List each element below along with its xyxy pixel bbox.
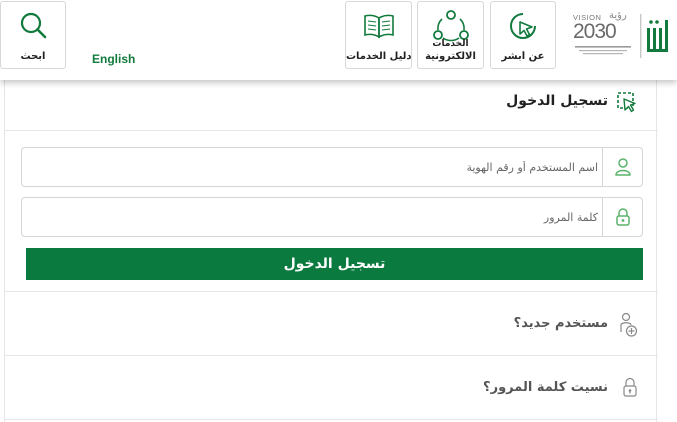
login-submit-button[interactable]: تسجيل الدخول xyxy=(26,248,643,280)
about-absher-button[interactable]: عن أبشر xyxy=(490,1,556,69)
search-button[interactable]: ابحث xyxy=(0,1,66,69)
new-user-link[interactable]: مستخدم جديد؟ xyxy=(5,291,658,355)
eservices-label: الالكترونية xyxy=(425,51,476,62)
search-icon xyxy=(16,9,50,43)
forgot-password-link[interactable]: نسيت كلمة المرور؟ xyxy=(5,355,658,419)
login-panel: تسجيل الدخول تسجيل الدخول م xyxy=(4,79,658,422)
absher-logo xyxy=(639,14,675,58)
services-guide-label: دليل الخدمات xyxy=(346,51,411,62)
password-field xyxy=(21,197,643,237)
services-guide-button[interactable]: دليل الخدمات xyxy=(345,1,412,69)
padlock-icon xyxy=(622,376,638,402)
top-header: ابحث English دليل الخدمات الخدمات الالكت… xyxy=(0,0,677,80)
forgot-password-label: نسيت كلمة المرور؟ xyxy=(483,380,608,395)
username-field xyxy=(21,147,643,187)
username-input[interactable] xyxy=(38,148,598,186)
cursor-circle-icon xyxy=(506,9,540,43)
about-absher-label: عن أبشر xyxy=(501,51,545,62)
search-label: ابحث xyxy=(20,51,46,62)
new-user-label: مستخدم جديد؟ xyxy=(513,316,608,331)
vision-year: 2030 xyxy=(573,20,617,43)
login-title: تسجيل الدخول xyxy=(506,93,608,109)
network-icon xyxy=(431,9,471,43)
login-panel-header: تسجيل الدخول xyxy=(5,79,658,131)
login-pointer-icon xyxy=(616,91,638,117)
eservices-label-partial: الخدمات xyxy=(432,39,469,49)
password-input[interactable] xyxy=(38,198,598,236)
add-user-icon xyxy=(618,312,638,342)
eservices-button[interactable]: الخدمات الالكترونية xyxy=(417,1,484,69)
user-icon xyxy=(602,148,642,186)
vision-tagline-lines xyxy=(575,46,631,55)
vision-2030-logo: VISION رؤية 2030 xyxy=(573,10,633,61)
english-language-link[interactable]: English xyxy=(92,52,135,66)
lock-icon xyxy=(602,198,642,236)
book-icon xyxy=(362,9,396,43)
